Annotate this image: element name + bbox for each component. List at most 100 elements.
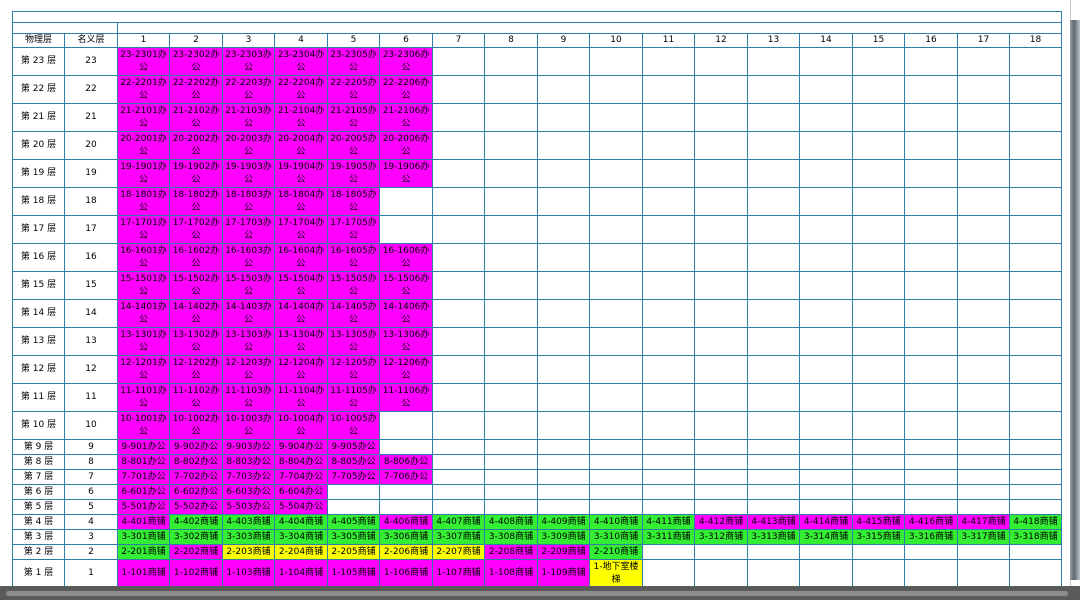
empty-cell[interactable] — [799, 299, 853, 328]
empty-cell[interactable] — [957, 187, 1010, 216]
unit-cell[interactable]: 2-201商铺 — [117, 544, 170, 560]
unit-cell[interactable]: 12-1201办公 — [117, 355, 170, 384]
empty-cell[interactable] — [1009, 215, 1062, 244]
empty-cell[interactable] — [432, 187, 485, 216]
empty-cell[interactable] — [589, 411, 643, 440]
unit-cell[interactable]: 23-2301办公 — [117, 47, 170, 76]
unit-cell[interactable]: 4-417商铺 — [957, 514, 1010, 530]
unit-cell[interactable]: 13-1306办公 — [379, 327, 433, 356]
unit-cell[interactable]: 10-1004办公 — [274, 411, 328, 440]
empty-cell[interactable] — [694, 439, 748, 455]
empty-cell[interactable] — [799, 383, 853, 412]
unit-cell[interactable]: 3-302商铺 — [169, 529, 223, 545]
unit-cell[interactable]: 12-1206办公 — [379, 355, 433, 384]
empty-cell[interactable] — [694, 187, 748, 216]
unit-cell[interactable]: 4-404商铺 — [274, 514, 328, 530]
empty-cell[interactable] — [537, 383, 590, 412]
empty-cell[interactable] — [904, 159, 958, 188]
empty-cell[interactable] — [1009, 355, 1062, 384]
unit-cell[interactable]: 4-415商铺 — [852, 514, 905, 530]
unit-cell[interactable]: 4-411商铺 — [642, 514, 695, 530]
empty-cell[interactable] — [799, 103, 853, 132]
empty-cell[interactable] — [747, 499, 800, 515]
empty-cell[interactable] — [537, 215, 590, 244]
unit-cell[interactable]: 4-402商铺 — [169, 514, 223, 530]
empty-cell[interactable] — [904, 75, 958, 104]
unit-cell[interactable]: 3-316商铺 — [904, 529, 958, 545]
empty-cell[interactable] — [799, 215, 853, 244]
empty-cell[interactable] — [694, 327, 748, 356]
empty-cell[interactable] — [747, 559, 800, 588]
unit-cell[interactable]: 4-414商铺 — [799, 514, 853, 530]
empty-cell[interactable] — [432, 159, 485, 188]
empty-cell[interactable] — [537, 103, 590, 132]
unit-cell[interactable]: 20-2004办公 — [274, 131, 328, 160]
empty-cell[interactable] — [852, 131, 905, 160]
empty-cell[interactable] — [1009, 47, 1062, 76]
empty-cell[interactable] — [747, 215, 800, 244]
empty-cell[interactable] — [537, 47, 590, 76]
empty-cell[interactable] — [852, 327, 905, 356]
empty-cell[interactable] — [642, 215, 695, 244]
empty-cell[interactable] — [799, 271, 853, 300]
unit-cell[interactable]: 16-1601办公 — [117, 243, 170, 272]
unit-cell[interactable]: 14-1403办公 — [222, 299, 275, 328]
empty-cell[interactable] — [379, 484, 433, 500]
empty-cell[interactable] — [694, 215, 748, 244]
empty-cell[interactable] — [852, 299, 905, 328]
empty-cell[interactable] — [1009, 243, 1062, 272]
empty-cell[interactable] — [799, 243, 853, 272]
empty-cell[interactable] — [432, 454, 485, 470]
unit-cell[interactable]: 22-2202办公 — [169, 75, 223, 104]
empty-cell[interactable] — [1009, 103, 1062, 132]
empty-cell[interactable] — [484, 355, 538, 384]
empty-cell[interactable] — [799, 484, 853, 500]
empty-cell[interactable] — [432, 299, 485, 328]
unit-cell[interactable]: 13-1301办公 — [117, 327, 170, 356]
unit-cell[interactable]: 7-705办公 — [327, 469, 380, 485]
unit-cell[interactable]: 7-706办公 — [379, 469, 433, 485]
unit-cell[interactable]: 5-502办公 — [169, 499, 223, 515]
unit-cell[interactable]: 17-1703办公 — [222, 215, 275, 244]
empty-cell[interactable] — [642, 159, 695, 188]
empty-cell[interactable] — [852, 215, 905, 244]
unit-cell[interactable]: 9-905办公 — [327, 439, 380, 455]
unit-cell[interactable]: 10-1003办公 — [222, 411, 275, 440]
unit-cell[interactable]: 4-403商铺 — [222, 514, 275, 530]
empty-cell[interactable] — [432, 469, 485, 485]
empty-cell[interactable] — [484, 299, 538, 328]
empty-cell[interactable] — [1009, 299, 1062, 328]
empty-cell[interactable] — [589, 484, 643, 500]
empty-cell[interactable] — [379, 187, 433, 216]
empty-cell[interactable] — [904, 411, 958, 440]
empty-cell[interactable] — [694, 544, 748, 560]
empty-cell[interactable] — [694, 299, 748, 328]
unit-cell[interactable]: 3-305商铺 — [327, 529, 380, 545]
empty-cell[interactable] — [799, 187, 853, 216]
unit-cell[interactable]: 16-1603办公 — [222, 243, 275, 272]
empty-cell[interactable] — [484, 243, 538, 272]
unit-cell[interactable]: 4-409商铺 — [537, 514, 590, 530]
empty-cell[interactable] — [589, 499, 643, 515]
empty-cell[interactable] — [852, 499, 905, 515]
empty-cell[interactable] — [537, 299, 590, 328]
empty-cell[interactable] — [379, 215, 433, 244]
unit-cell[interactable]: 23-2303办公 — [222, 47, 275, 76]
empty-cell[interactable] — [642, 243, 695, 272]
empty-cell[interactable] — [957, 103, 1010, 132]
empty-cell[interactable] — [1009, 383, 1062, 412]
unit-cell[interactable]: 21-2102办公 — [169, 103, 223, 132]
unit-cell[interactable]: 7-704办公 — [274, 469, 328, 485]
empty-cell[interactable] — [852, 243, 905, 272]
empty-cell[interactable] — [1009, 484, 1062, 500]
unit-cell[interactable]: 4-407商铺 — [432, 514, 485, 530]
unit-cell[interactable]: 23-2304办公 — [274, 47, 328, 76]
empty-cell[interactable] — [589, 47, 643, 76]
empty-cell[interactable] — [694, 559, 748, 588]
empty-cell[interactable] — [327, 484, 380, 500]
empty-cell[interactable] — [799, 454, 853, 470]
unit-cell[interactable]: 10-1002办公 — [169, 411, 223, 440]
unit-cell[interactable]: 12-1202办公 — [169, 355, 223, 384]
empty-cell[interactable] — [904, 103, 958, 132]
unit-cell[interactable]: 10-1001办公 — [117, 411, 170, 440]
